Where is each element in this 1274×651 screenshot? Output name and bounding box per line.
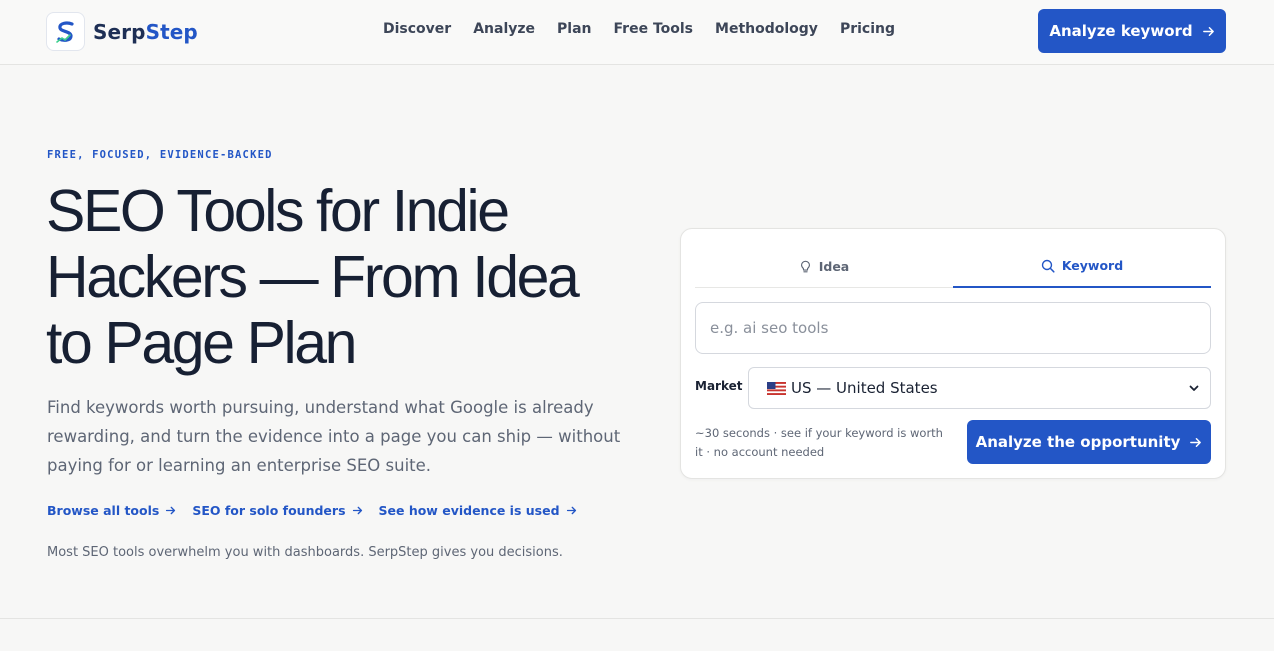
- tab-idea[interactable]: Idea: [695, 245, 953, 288]
- nav-item-plan[interactable]: Plan: [557, 21, 591, 37]
- keyword-input[interactable]: [695, 302, 1211, 354]
- hero-title-line-1: SEO Tools for Indie: [46, 178, 510, 244]
- arrow-right-icon: [566, 505, 577, 516]
- chevron-down-icon: [1188, 382, 1200, 394]
- nav-item-analyze[interactable]: Analyze: [473, 21, 535, 37]
- hero-tagline: Most SEO tools overwhelm you with dashbo…: [47, 545, 563, 560]
- nav-item-free-tools[interactable]: Free Tools: [614, 21, 694, 37]
- hero-links: Browse all tools SEO for solo founders S…: [47, 503, 593, 518]
- arrow-right-icon: [352, 505, 363, 516]
- seo-for-solo-founders-label: SEO for solo founders: [192, 503, 346, 518]
- see-how-evidence-is-used-link[interactable]: See how evidence is used: [379, 503, 577, 518]
- seo-for-solo-founders-link[interactable]: SEO for solo founders: [192, 503, 362, 518]
- tab-keyword[interactable]: Keyword: [953, 245, 1211, 288]
- search-icon: [1041, 259, 1055, 273]
- nav-item-methodology[interactable]: Methodology: [715, 21, 818, 37]
- hero-title: SEO Tools for Indie Hackers — From Idea …: [46, 178, 646, 376]
- serpstep-s-logo-icon: [46, 12, 85, 51]
- analyze-keyword-label: Analyze keyword: [1049, 22, 1193, 40]
- arrow-right-icon: [1202, 25, 1215, 38]
- hero-subtitle: Find keywords worth pursuing, understand…: [47, 398, 621, 475]
- browse-all-tools-label: Browse all tools: [47, 503, 160, 518]
- brand-name-part2: Step: [145, 19, 198, 44]
- arrow-right-icon: [165, 505, 176, 516]
- analyzer-card: Idea Keyword Market US — United States: [680, 228, 1226, 479]
- analyze-opportunity-button[interactable]: Analyze the opportunity: [967, 420, 1211, 464]
- hero-title-line-3: to Page Plan: [46, 310, 357, 376]
- browse-all-tools-link[interactable]: Browse all tools: [47, 503, 176, 518]
- us-flag-icon: [767, 381, 786, 395]
- hero-title-line-2: Hackers — From Idea: [46, 244, 580, 310]
- see-how-evidence-is-used-label: See how evidence is used: [378, 503, 560, 518]
- lightbulb-icon: [799, 260, 812, 274]
- market-select[interactable]: US — United States: [748, 367, 1211, 409]
- brand-name-part1: Serp: [93, 19, 146, 44]
- tab-keyword-label: Keyword: [1061, 258, 1124, 273]
- nav-item-discover[interactable]: Discover: [383, 21, 451, 37]
- analyze-keyword-button[interactable]: Analyze keyword: [1038, 9, 1226, 53]
- brand-logo[interactable]: SerpStep: [46, 12, 198, 51]
- market-label: Market: [695, 379, 743, 393]
- site-header: SerpStep Discover Analyze Plan Free Tool…: [0, 0, 1274, 65]
- hero-eyebrow: FREE, FOCUSED, EVIDENCE-BACKED: [47, 149, 273, 161]
- tab-idea-label: Idea: [818, 259, 850, 274]
- nav-item-pricing[interactable]: Pricing: [840, 21, 895, 37]
- analyze-opportunity-label: Analyze the opportunity: [975, 433, 1181, 451]
- analyzer-note: ~30 seconds · see if your keyword is wor…: [695, 426, 943, 459]
- brand-name: SerpStep: [93, 20, 198, 44]
- main-nav: Discover Analyze Plan Free Tools Methodo…: [383, 21, 917, 37]
- analyzer-tabs: Idea Keyword: [695, 245, 1211, 288]
- arrow-right-icon: [1189, 436, 1202, 449]
- section-divider: [0, 618, 1274, 619]
- market-selected-value: US — United States: [791, 379, 938, 397]
